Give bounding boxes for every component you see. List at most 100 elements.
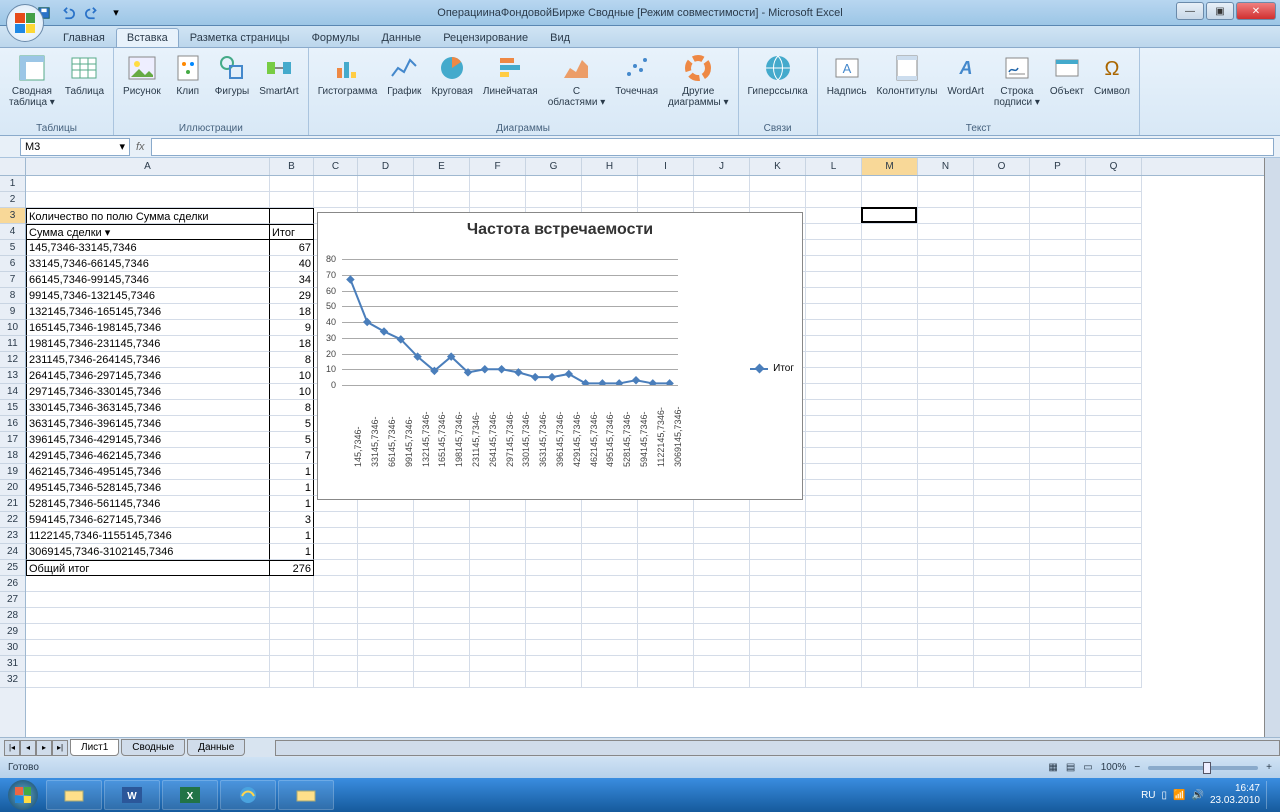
cell[interactable]: [918, 672, 974, 688]
cell[interactable]: [414, 576, 470, 592]
cell[interactable]: 1: [270, 528, 314, 544]
cell[interactable]: [270, 672, 314, 688]
sheet-nav-prev[interactable]: ◂: [20, 740, 36, 756]
cell[interactable]: [862, 336, 918, 352]
cell[interactable]: [694, 528, 750, 544]
cell[interactable]: [862, 288, 918, 304]
column-header[interactable]: B: [270, 158, 314, 175]
cell[interactable]: [470, 640, 526, 656]
cell[interactable]: 3069145,7346-3102145,7346: [26, 544, 270, 560]
cell[interactable]: [974, 576, 1030, 592]
maximize-button[interactable]: ▣: [1206, 2, 1234, 20]
cell[interactable]: [1030, 256, 1086, 272]
row-header[interactable]: 31: [0, 656, 25, 672]
cell[interactable]: [862, 464, 918, 480]
cell[interactable]: [1030, 576, 1086, 592]
cell[interactable]: [974, 560, 1030, 576]
cell[interactable]: [750, 528, 806, 544]
cell[interactable]: [314, 544, 358, 560]
ribbon-tab[interactable]: Вид: [539, 28, 581, 47]
cell[interactable]: [526, 608, 582, 624]
row-header[interactable]: 28: [0, 608, 25, 624]
cell[interactable]: [638, 624, 694, 640]
cell[interactable]: [694, 176, 750, 192]
cell[interactable]: [582, 544, 638, 560]
cell[interactable]: [918, 512, 974, 528]
cell[interactable]: [806, 448, 862, 464]
cell[interactable]: [582, 672, 638, 688]
cell[interactable]: [1086, 480, 1142, 496]
cell[interactable]: [414, 544, 470, 560]
select-all-corner[interactable]: [0, 158, 26, 176]
cell[interactable]: [862, 480, 918, 496]
cell[interactable]: [806, 256, 862, 272]
cell[interactable]: [806, 624, 862, 640]
taskbar-excel[interactable]: X: [162, 780, 218, 810]
cell[interactable]: [974, 176, 1030, 192]
cell[interactable]: 40: [270, 256, 314, 272]
sheet-tab[interactable]: Сводные: [121, 739, 185, 756]
cell[interactable]: [918, 192, 974, 208]
ribbon-button[interactable]: Собластями ▾: [545, 50, 609, 110]
cell[interactable]: 462145,7346-495145,7346: [26, 464, 270, 480]
cell[interactable]: [414, 592, 470, 608]
cell[interactable]: [582, 576, 638, 592]
cell[interactable]: [638, 592, 694, 608]
chevron-down-icon[interactable]: ▾: [119, 140, 125, 153]
cell[interactable]: [862, 304, 918, 320]
cell[interactable]: [694, 656, 750, 672]
cell[interactable]: [918, 384, 974, 400]
cell[interactable]: [526, 672, 582, 688]
cell[interactable]: [1030, 592, 1086, 608]
cell[interactable]: [1086, 640, 1142, 656]
cell[interactable]: [582, 640, 638, 656]
cell[interactable]: [1086, 208, 1142, 224]
cell[interactable]: [1030, 608, 1086, 624]
cell[interactable]: [806, 560, 862, 576]
row-header[interactable]: 26: [0, 576, 25, 592]
cell[interactable]: [358, 528, 414, 544]
cell[interactable]: [1030, 624, 1086, 640]
cell[interactable]: [750, 624, 806, 640]
cell[interactable]: [1030, 368, 1086, 384]
cell[interactable]: [358, 560, 414, 576]
cell[interactable]: 33145,7346-66145,7346: [26, 256, 270, 272]
cell[interactable]: [414, 560, 470, 576]
cell[interactable]: [1086, 272, 1142, 288]
cell[interactable]: [1030, 672, 1086, 688]
cell[interactable]: [862, 576, 918, 592]
cell[interactable]: [314, 656, 358, 672]
cell[interactable]: [470, 560, 526, 576]
cell[interactable]: [974, 192, 1030, 208]
cell[interactable]: [582, 608, 638, 624]
cell[interactable]: 10: [270, 384, 314, 400]
cell[interactable]: [974, 544, 1030, 560]
cell[interactable]: [918, 576, 974, 592]
cell[interactable]: 1: [270, 544, 314, 560]
cell[interactable]: [470, 192, 526, 208]
cell[interactable]: [1086, 672, 1142, 688]
cell[interactable]: 1: [270, 496, 314, 512]
cell[interactable]: 18: [270, 304, 314, 320]
cell[interactable]: [862, 384, 918, 400]
cell[interactable]: [750, 672, 806, 688]
cell[interactable]: [582, 176, 638, 192]
cell[interactable]: [26, 608, 270, 624]
cell[interactable]: [1030, 240, 1086, 256]
cell[interactable]: 3: [270, 512, 314, 528]
cell[interactable]: [638, 656, 694, 672]
taskbar-ie[interactable]: [220, 780, 276, 810]
cell[interactable]: [358, 608, 414, 624]
cell[interactable]: [1086, 416, 1142, 432]
tray-clock[interactable]: 16:47 23.03.2010: [1210, 783, 1260, 807]
start-button[interactable]: [2, 779, 44, 811]
cell[interactable]: [862, 560, 918, 576]
cell[interactable]: [638, 544, 694, 560]
cell[interactable]: [270, 208, 314, 224]
cell[interactable]: [918, 464, 974, 480]
cell[interactable]: [862, 224, 918, 240]
ribbon-button[interactable]: SmartArt: [256, 50, 301, 99]
sheet-tab[interactable]: Данные: [187, 739, 245, 756]
cell[interactable]: [862, 592, 918, 608]
cell[interactable]: [1086, 544, 1142, 560]
